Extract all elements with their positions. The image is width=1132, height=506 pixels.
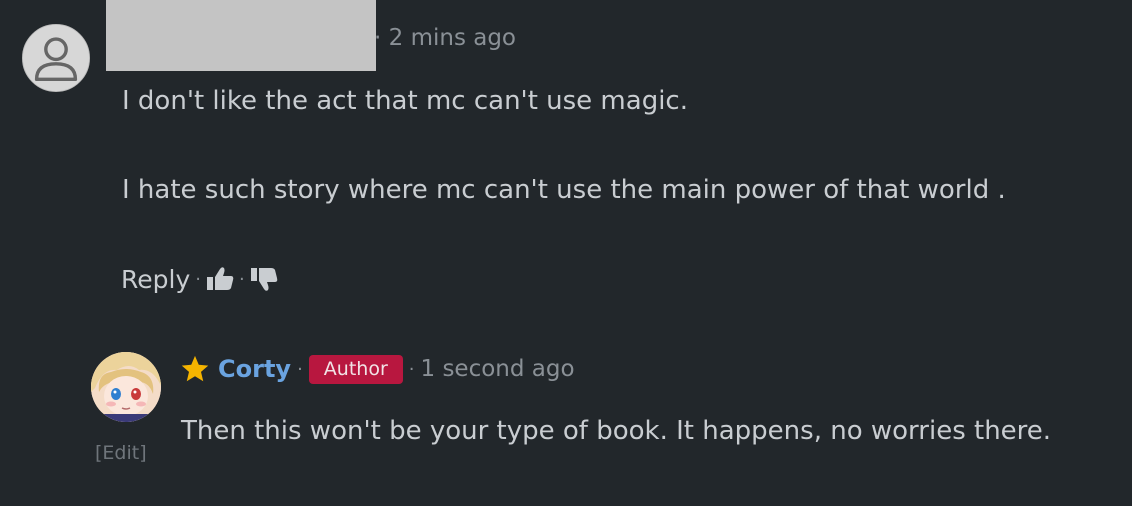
comment-body-line-1: I don't like the act that mc can't use m…: [122, 86, 688, 116]
meta-separator: ·: [297, 358, 303, 380]
default-user-avatar-icon: [23, 25, 89, 91]
author-name-link[interactable]: Corty: [218, 355, 291, 383]
comment-actions: Reply · ·: [121, 262, 278, 296]
anime-girl-avatar-icon: [91, 352, 161, 422]
star-icon: [180, 354, 210, 384]
action-separator: ·: [238, 268, 245, 290]
action-separator: ·: [195, 268, 201, 290]
author-avatar[interactable]: [91, 352, 161, 422]
reply-body: Then this won't be your type of book. It…: [181, 416, 1052, 446]
thumbs-down-icon[interactable]: [250, 266, 278, 292]
meta-separator: ·: [374, 25, 382, 51]
user-avatar[interactable]: [22, 24, 90, 92]
thumbs-up-icon[interactable]: [206, 266, 234, 292]
comment-thread: · 2 mins ago I don't like the act that m…: [0, 0, 1132, 506]
reply-timestamp: 1 second ago: [420, 356, 575, 382]
reply-meta: Corty · Author · 1 second ago: [180, 351, 575, 387]
edit-link[interactable]: [Edit]: [95, 442, 147, 464]
comment-timestamp: 2 mins ago: [388, 25, 517, 51]
comment-meta: · 2 mins ago: [374, 25, 516, 51]
reply-button[interactable]: Reply: [121, 265, 190, 294]
comment-body-line-2: I hate such story where mc can't use the…: [122, 175, 1006, 205]
meta-separator: ·: [408, 358, 415, 380]
redacted-username: [106, 0, 376, 71]
author-badge: Author: [308, 354, 403, 384]
